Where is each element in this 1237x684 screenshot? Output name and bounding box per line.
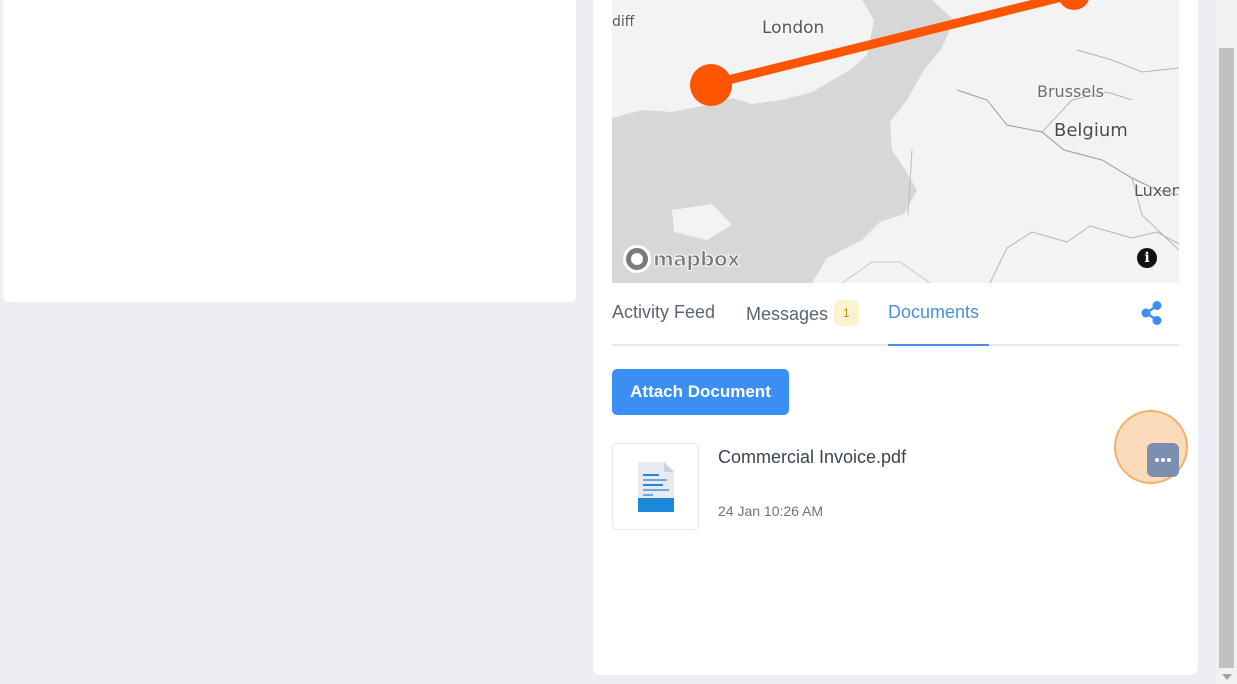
mapbox-logo[interactable]: mapbox (623, 244, 741, 274)
more-horizontal-icon[interactable] (1147, 443, 1179, 477)
scroll-down-arrow-icon[interactable] (1222, 674, 1232, 680)
document-timestamp: 24 Jan 10:26 AM (718, 503, 824, 519)
origin-marker[interactable] (690, 64, 732, 106)
attach-document-button[interactable]: Attach Document (612, 369, 789, 415)
scrollbar-thumb[interactable] (1219, 48, 1234, 668)
share-icon[interactable] (1140, 300, 1164, 326)
map-label-brussels: Brussels (1037, 82, 1104, 101)
mapbox-wordmark: mapbox (653, 247, 741, 272)
page-scrollbar[interactable] (1216, 0, 1237, 684)
tab-messages[interactable]: Messages 1 (746, 300, 859, 346)
shipment-detail-panel: diff London Brussels Belgium Luxen mapbo… (593, 0, 1198, 675)
map-label-london: London (762, 18, 825, 38)
tab-activity-feed[interactable]: Activity Feed (612, 302, 715, 346)
map-canvas (612, 0, 1179, 283)
map-label-belgium: Belgium (1054, 120, 1128, 141)
document-name[interactable]: Commercial Invoice.pdf (718, 447, 906, 468)
messages-count-badge: 1 (834, 300, 859, 326)
tab-documents[interactable]: Documents (888, 302, 989, 346)
tab-activity-feed-label: Activity Feed (612, 302, 716, 322)
route-map[interactable]: diff London Brussels Belgium Luxen mapbo… (612, 0, 1179, 283)
document-thumbnail[interactable] (612, 443, 699, 530)
map-label-luxembourg: Luxen (1134, 181, 1179, 200)
document-file-icon (638, 462, 674, 512)
tab-documents-label: Documents (888, 302, 980, 322)
map-label-diff: diff (612, 14, 635, 30)
mapbox-icon (623, 245, 651, 273)
left-card (3, 0, 576, 302)
tab-messages-label: Messages (746, 303, 829, 324)
detail-tabs: Activity Feed Messages 1 Documents (612, 296, 1179, 346)
info-icon[interactable]: i (1137, 248, 1157, 268)
